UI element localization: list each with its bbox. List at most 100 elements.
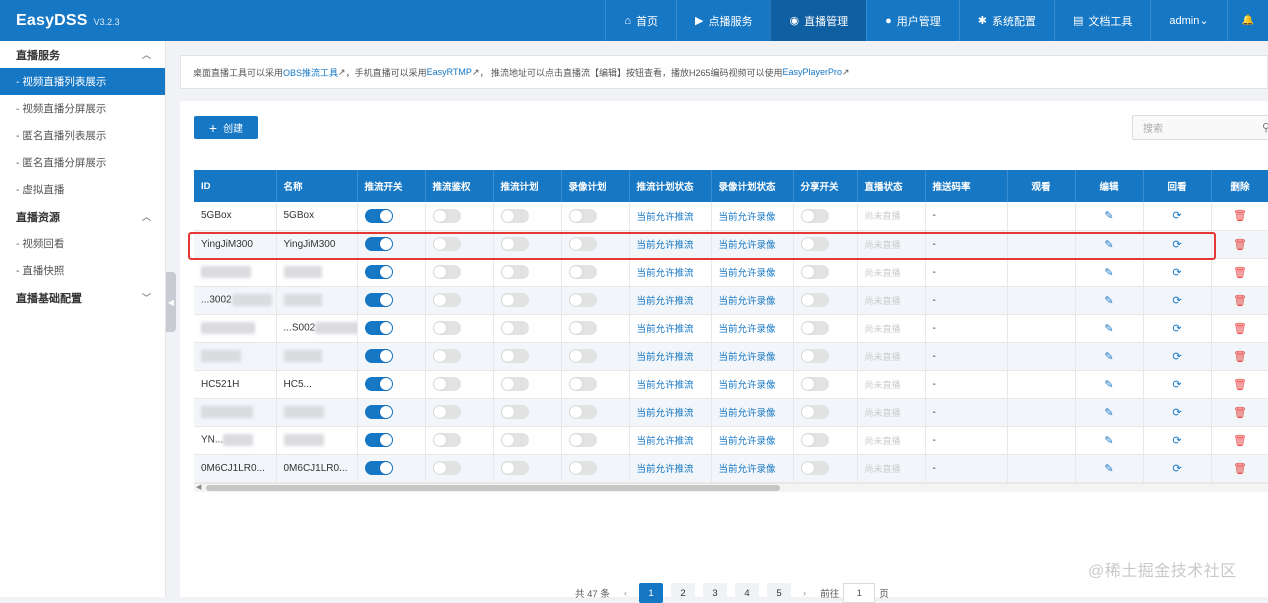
record-plan-toggle[interactable] [568,208,597,223]
playback-icon[interactable]: ⟳ [1172,379,1181,391]
playback-icon[interactable]: ⟳ [1172,210,1181,222]
push-auth-toggle[interactable] [432,265,461,279]
edit-icon[interactable]: ✎ [1104,239,1113,251]
sidebar-group-header[interactable]: 直播基础配置 ﹀ [0,284,165,311]
push-switch-toggle[interactable] [364,405,393,419]
push-switch-toggle[interactable] [364,321,393,335]
scroll-left-arrow[interactable]: ◀ [196,483,201,491]
record-plan-status-link[interactable]: 当前允许录像 [719,408,776,419]
trash-icon[interactable]: 🗑 [1233,295,1247,307]
page-button-4[interactable]: 4 [735,583,760,603]
push-plan-toggle[interactable] [500,293,529,307]
push-auth-toggle[interactable] [432,293,461,307]
push-switch-toggle[interactable] [364,208,393,223]
push-plan-status-link[interactable]: 当前允许推流 [637,380,694,391]
sidebar-group-header[interactable]: 直播服务 ︿ [0,41,165,68]
playback-icon[interactable]: ⟳ [1172,351,1181,363]
record-plan-toggle[interactable] [568,349,597,363]
push-plan-toggle[interactable] [500,433,529,447]
push-switch-toggle[interactable] [364,265,393,279]
nav-item-live[interactable]: ◉ 直播管理 [770,0,867,41]
nav-item-video[interactable]: ▶ 点播服务 [676,0,770,41]
search-icon[interactable]: ⚲ [1262,121,1268,134]
share-switch-toggle[interactable] [800,293,829,307]
sidebar-item[interactable]: - 视频直播分屏展示 [0,95,165,122]
record-plan-toggle[interactable] [568,433,597,447]
trash-icon[interactable]: 🗑 [1233,239,1247,251]
sidebar-item[interactable]: - 视频直播列表展示 [0,68,165,95]
record-plan-status-link[interactable]: 当前允许录像 [719,352,776,363]
push-plan-status-link[interactable]: 当前允许推流 [637,240,694,251]
push-plan-status-link[interactable]: 当前允许推流 [637,212,694,223]
edit-icon[interactable]: ✎ [1104,267,1113,279]
share-switch-toggle[interactable] [800,208,829,223]
sidebar-collapse-handle[interactable]: ◀ [166,272,176,332]
share-switch-toggle[interactable] [800,265,829,279]
sidebar-item[interactable]: - 匿名直播分屏展示 [0,149,165,176]
push-plan-status-link[interactable]: 当前允许推流 [637,268,694,279]
notifications-button[interactable]: 🔔 [1226,0,1268,41]
push-switch-toggle[interactable] [364,349,393,363]
edit-icon[interactable]: ✎ [1104,323,1113,335]
record-plan-status-link[interactable]: 当前允许录像 [719,380,776,391]
push-auth-toggle[interactable] [432,405,461,419]
create-button[interactable]: + 创建 [194,116,258,139]
horizontal-scrollbar[interactable]: ◀ [194,483,1268,492]
record-plan-toggle[interactable] [568,321,597,335]
record-plan-toggle[interactable] [568,377,597,391]
push-plan-toggle[interactable] [500,461,529,475]
share-switch-toggle[interactable] [800,377,829,391]
edit-icon[interactable]: ✎ [1104,407,1113,419]
sidebar-item[interactable]: - 匿名直播列表展示 [0,122,165,149]
share-switch-toggle[interactable] [800,349,829,363]
push-plan-toggle[interactable] [500,349,529,363]
scrollbar-thumb[interactable] [206,485,780,491]
push-plan-toggle[interactable] [500,265,529,279]
push-plan-toggle[interactable] [500,405,529,419]
push-plan-status-link[interactable]: 当前允许推流 [637,436,694,447]
record-plan-toggle[interactable] [568,237,597,251]
record-plan-toggle[interactable] [568,461,597,475]
trash-icon[interactable]: 🗑 [1233,407,1247,419]
page-button-5[interactable]: 5 [767,583,792,603]
search-input[interactable]: 搜索 ⚲ [1132,115,1268,140]
push-auth-toggle[interactable] [432,461,461,475]
page-button-2[interactable]: 2 [671,583,696,603]
record-plan-status-link[interactable]: 当前允许录像 [719,436,776,447]
easyrtmp-link[interactable]: EasyRTMP [427,67,472,77]
record-plan-status-link[interactable]: 当前允许录像 [719,324,776,335]
push-plan-toggle[interactable] [500,321,529,335]
share-switch-toggle[interactable] [800,433,829,447]
share-switch-toggle[interactable] [800,321,829,335]
push-switch-toggle[interactable] [364,237,393,251]
record-plan-status-link[interactable]: 当前允许录像 [719,212,776,223]
sidebar-item[interactable]: - 直播快照 [0,257,165,284]
sidebar-group-header[interactable]: 直播资源 ︿ [0,203,165,230]
page-button-3[interactable]: 3 [703,583,728,603]
push-auth-toggle[interactable] [432,208,461,223]
playback-icon[interactable]: ⟳ [1172,267,1181,279]
playback-icon[interactable]: ⟳ [1172,239,1181,251]
record-plan-toggle[interactable] [568,293,597,307]
edit-icon[interactable]: ✎ [1104,351,1113,363]
record-plan-status-link[interactable]: 当前允许录像 [719,296,776,307]
push-plan-toggle[interactable] [500,237,529,251]
trash-icon[interactable]: 🗑 [1233,267,1247,279]
edit-icon[interactable]: ✎ [1104,295,1113,307]
brand[interactable]: EasyDSS V3.2.3 [0,12,180,30]
push-auth-toggle[interactable] [432,349,461,363]
edit-icon[interactable]: ✎ [1104,379,1113,391]
playback-icon[interactable]: ⟳ [1172,407,1181,419]
push-switch-toggle[interactable] [364,377,393,391]
share-switch-toggle[interactable] [800,237,829,251]
push-auth-toggle[interactable] [432,377,461,391]
push-plan-status-link[interactable]: 当前允许推流 [637,296,694,307]
push-plan-status-link[interactable]: 当前允许推流 [637,324,694,335]
trash-icon[interactable]: 🗑 [1233,351,1247,363]
edit-icon[interactable]: ✎ [1104,435,1113,447]
nav-item-user[interactable]: ● 用户管理 [866,0,959,41]
push-auth-toggle[interactable] [432,433,461,447]
push-plan-toggle[interactable] [500,377,529,391]
push-auth-toggle[interactable] [432,321,461,335]
easyplayerpro-link[interactable]: EasyPlayerPro [783,67,843,77]
